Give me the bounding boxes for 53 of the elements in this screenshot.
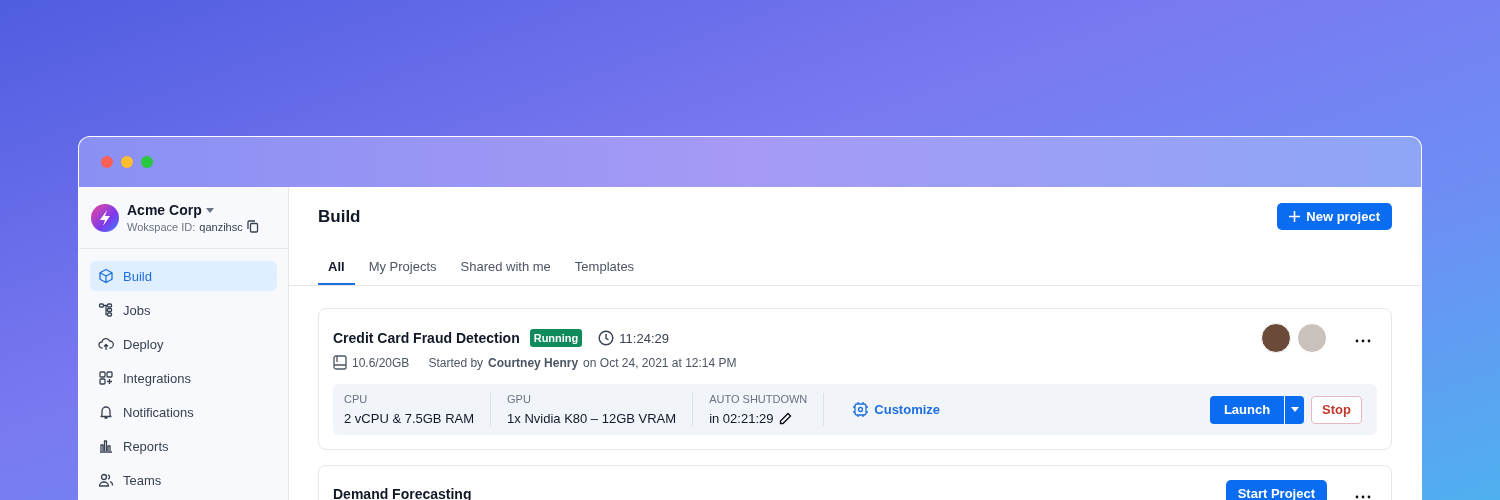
start-date: on Oct 24, 2021 at 12:14 PM: [583, 355, 737, 370]
chip-gear-icon: [852, 401, 870, 418]
sidebar-item[interactable]: Reports: [90, 431, 277, 461]
lightning-logo-icon: [91, 203, 119, 232]
page-title: Build: [318, 206, 361, 227]
copy-icon[interactable]: [246, 220, 259, 233]
more-icon: [1355, 494, 1371, 499]
elapsed-time: 11:24:29: [619, 330, 669, 346]
chart-icon: [98, 438, 114, 454]
workspace-name[interactable]: Acme Corp: [127, 202, 202, 218]
sidebar-item[interactable]: Notifications: [90, 397, 277, 427]
cube-icon: [98, 268, 114, 284]
sidebar-item[interactable]: Integrations: [90, 363, 277, 393]
spec-label: CPU: [344, 393, 369, 405]
sidebar-item[interactable]: Jobs: [90, 295, 277, 325]
spec-value: 1x Nvidia K80 – 12GB VRAM: [507, 411, 677, 426]
project-name[interactable]: Credit Card Fraud Detection: [333, 330, 520, 346]
people-icon: [98, 472, 114, 488]
tab[interactable]: Shared with me: [450, 253, 561, 285]
tree-icon: [98, 302, 114, 318]
customize-button[interactable]: Customize: [846, 400, 947, 419]
avatar: [1297, 323, 1327, 353]
workspace-id: qanzihsc: [199, 220, 243, 233]
launch-button[interactable]: Launch: [1209, 395, 1285, 424]
sidebar-item[interactable]: Build: [90, 261, 277, 291]
storage-usage: 10.6/20GB: [352, 355, 410, 370]
tab[interactable]: Templates: [564, 253, 645, 285]
avatar: [1261, 323, 1291, 353]
spec-value: 2 vCPU & 7.5GB RAM: [344, 411, 475, 426]
sidebar-item[interactable]: Deploy: [90, 329, 277, 359]
start-project-button[interactable]: Start Project: [1225, 480, 1327, 500]
stop-button[interactable]: Stop: [1311, 395, 1362, 424]
plus-icon: [1289, 211, 1301, 222]
caret-icon: [1290, 407, 1299, 412]
bell-icon: [98, 404, 114, 420]
new-project-button[interactable]: New project: [1277, 203, 1392, 230]
spec-value: in 02:21:29: [709, 411, 774, 426]
tab[interactable]: All: [318, 253, 355, 285]
started-by-label: Started by: [428, 355, 484, 370]
spec-label: AUTO SHUTDOWN: [709, 393, 808, 405]
more-icon: [1355, 339, 1371, 343]
grid-icon: [98, 370, 114, 386]
workspace-id-label: Wokspace ID:: [127, 220, 196, 233]
spec-label: GPU: [507, 393, 532, 405]
pencil-icon[interactable]: [779, 412, 793, 425]
tab[interactable]: My Projects: [358, 253, 447, 285]
user-name: Courtney Henry: [488, 355, 579, 370]
status-badge: Running: [529, 329, 583, 347]
launch-menu-button[interactable]: [1284, 395, 1305, 424]
clock-icon: [598, 330, 615, 346]
caret-icon[interactable]: [205, 207, 214, 213]
cloud-icon: [98, 336, 114, 352]
sidebar-item[interactable]: Teams: [90, 465, 277, 495]
